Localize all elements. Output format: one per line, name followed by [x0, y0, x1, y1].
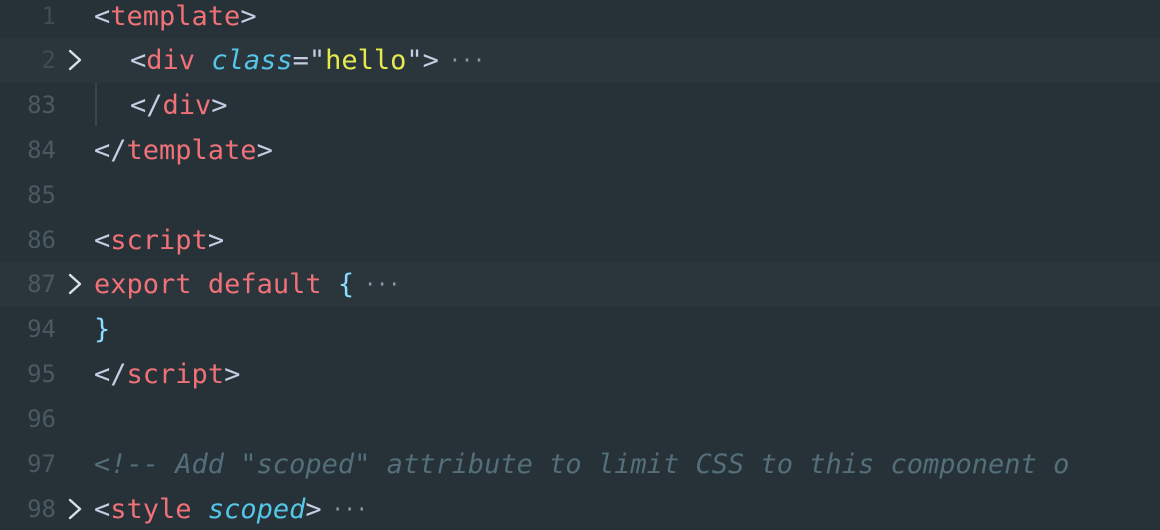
comment: <!-- Add "scoped" attribute to limit CSS…: [94, 448, 1070, 480]
keyword: default: [207, 268, 322, 300]
fold-gutter: [56, 173, 94, 218]
line-number: 95: [27, 360, 56, 389]
code-line-87[interactable]: 87 export default {···: [0, 262, 1160, 307]
line-code: < template >: [94, 0, 257, 32]
code-line-94[interactable]: 94 }: [0, 307, 1160, 352]
code-line-86[interactable]: 86 < script >: [0, 218, 1160, 263]
chevron-right-icon[interactable]: [56, 262, 94, 307]
line-code: </script >: [94, 358, 241, 390]
fold-gutter: [56, 307, 94, 352]
line-code: export default {···: [94, 268, 401, 300]
line-number: 86: [27, 226, 56, 255]
chevron-right-icon[interactable]: [56, 487, 94, 530]
code-line-95[interactable]: 95 </script >: [0, 352, 1160, 397]
code-line-98[interactable]: 98 < style scoped > ···: [0, 487, 1160, 530]
code-line-2[interactable]: 2 < div class =" hello " > ···: [0, 38, 1160, 83]
fold-gutter: [56, 352, 94, 397]
line-code: </template >: [94, 134, 273, 166]
code-editor[interactable]: 1 < template > 2 < div class =" hello " > ··· 83…: [0, 0, 1160, 530]
line-code: < div class =" hello " > ···: [130, 44, 486, 76]
fold-gutter: [56, 442, 94, 487]
code-line-96[interactable]: 96: [0, 397, 1160, 442]
tag-name: div: [146, 44, 196, 76]
code-line-84[interactable]: 84 </template >: [0, 128, 1160, 173]
attribute-name: class: [211, 44, 293, 76]
fold-gutter: [56, 83, 94, 128]
tag-name: script: [126, 358, 225, 390]
line-code: </div >: [130, 89, 228, 121]
folded-ellipsis[interactable]: ···: [364, 272, 400, 296]
tag-name: template: [126, 134, 257, 166]
folded-ellipsis[interactable]: ···: [332, 497, 368, 521]
tag-name: template: [110, 0, 241, 32]
code-line-97[interactable]: 97 <!-- Add "scoped" attribute to limit …: [0, 442, 1160, 487]
line-code: < style scoped > ···: [94, 493, 368, 525]
line-number: 98: [27, 495, 56, 524]
line-number: 94: [27, 315, 56, 344]
line-number: 97: [27, 450, 56, 479]
line-code: <!-- Add "scoped" attribute to limit CSS…: [94, 442, 1069, 487]
code-line-85[interactable]: 85: [0, 173, 1160, 218]
attribute-name: scoped: [207, 493, 306, 525]
keyword: export: [94, 268, 192, 300]
attribute-value: hello: [325, 44, 407, 76]
line-number: 96: [27, 405, 56, 434]
code-line-1[interactable]: 1 < template >: [0, 0, 1160, 39]
code-line-83[interactable]: 83 </div >: [0, 83, 1160, 128]
line-number: 83: [27, 91, 56, 120]
line-number: 2: [41, 46, 56, 75]
chevron-right-icon[interactable]: [56, 38, 94, 83]
fold-gutter: [56, 128, 94, 173]
fold-gutter: [56, 218, 94, 263]
line-number: 85: [27, 181, 56, 210]
folded-ellipsis[interactable]: ···: [449, 48, 485, 72]
line-code: }: [94, 313, 111, 345]
tag-name: script: [110, 224, 208, 256]
tag-name: style: [110, 493, 192, 525]
tag-name: div: [162, 89, 212, 121]
line-number: 87: [27, 270, 56, 299]
line-number: 84: [27, 136, 56, 165]
line-number: 1: [41, 2, 56, 31]
fold-gutter: [56, 0, 94, 39]
line-code: < script >: [94, 224, 225, 256]
fold-gutter: [56, 397, 94, 442]
